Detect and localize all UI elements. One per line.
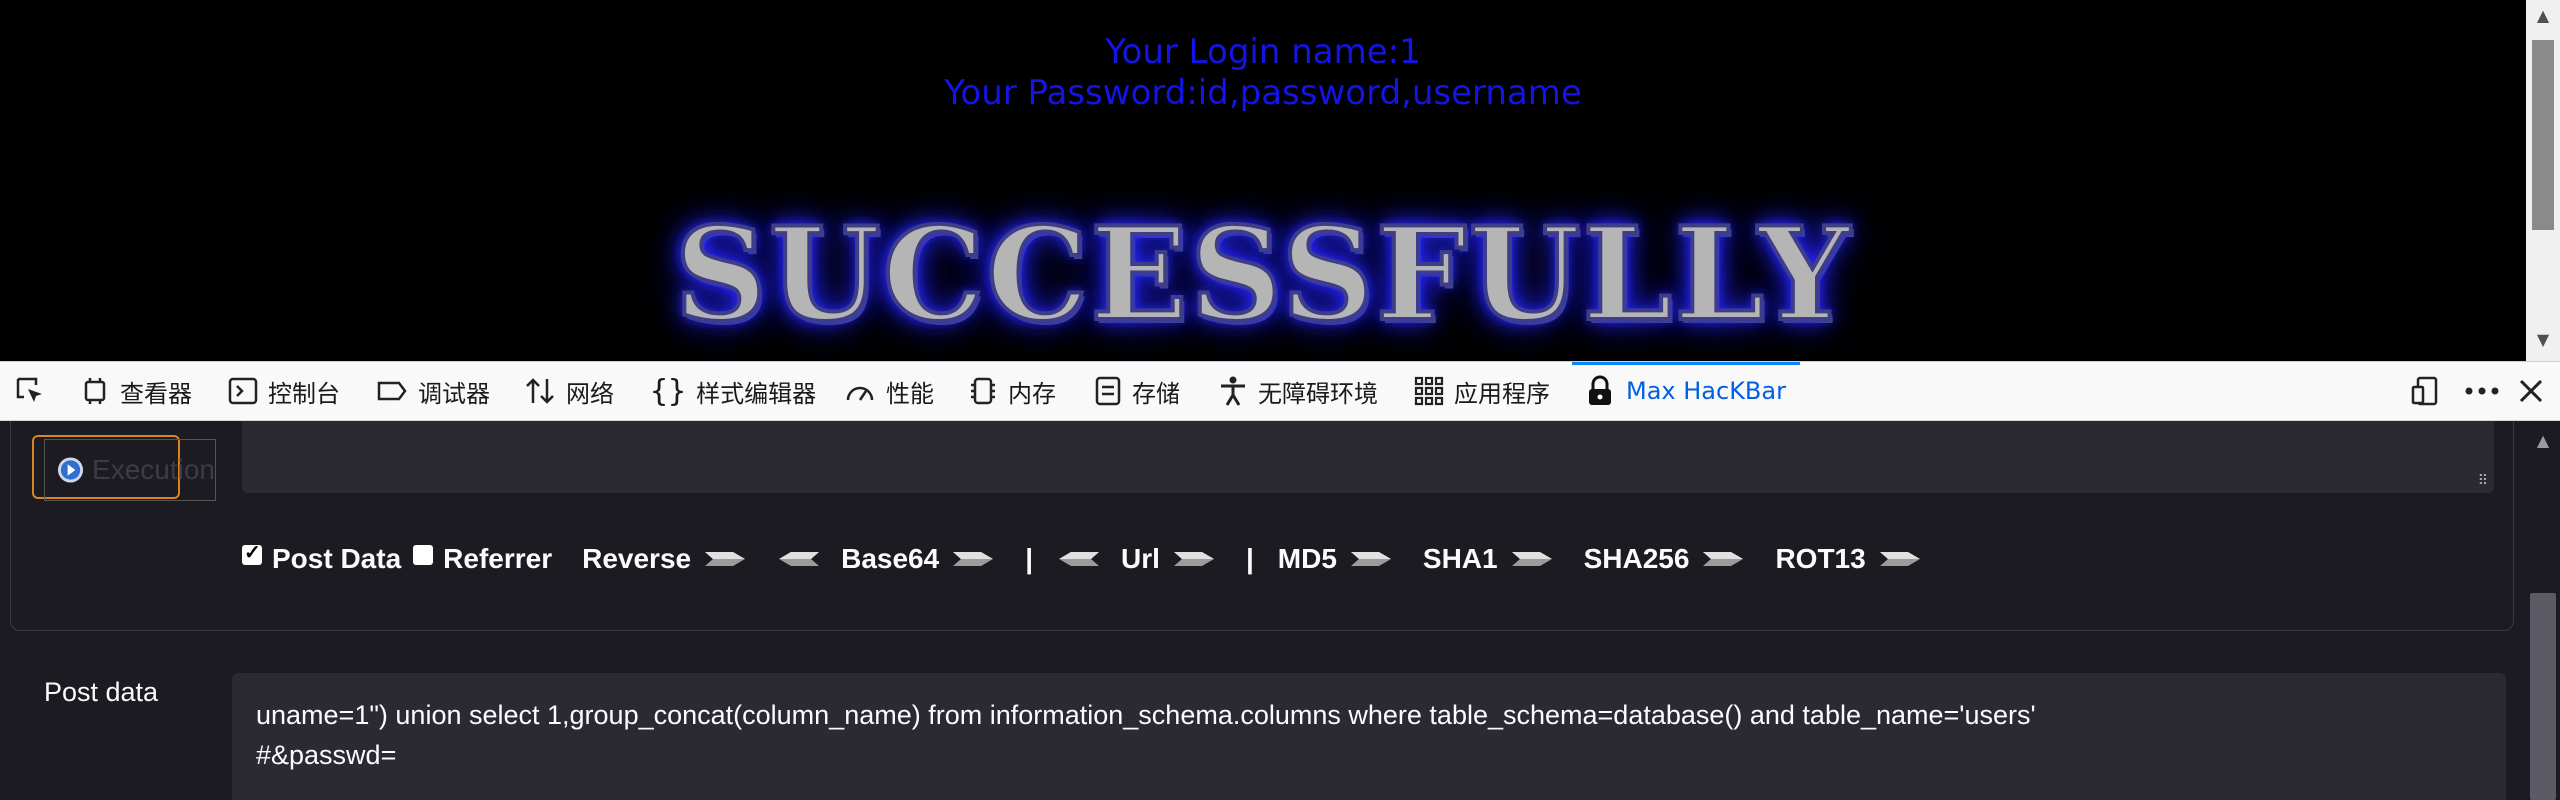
md5-label: MD5 — [1277, 543, 1337, 574]
tab-inspector-label: 查看器 — [120, 379, 192, 408]
md5-arrow-icon[interactable] — [1349, 546, 1393, 572]
play-icon — [57, 457, 84, 483]
tab-application-label: 应用程序 — [1454, 379, 1550, 408]
url-encode-arrow-icon[interactable] — [1172, 546, 1216, 572]
referrer-label: Referrer — [443, 543, 553, 574]
base64-decode-arrow-icon[interactable] — [777, 546, 821, 572]
reverse-arrow-icon[interactable] — [703, 546, 747, 572]
referrer-checkbox[interactable] — [413, 545, 434, 565]
performance-icon — [846, 386, 874, 401]
success-banner: SUCCESSFULLY — [672, 198, 1852, 352]
tab-network[interactable]: 网络 — [524, 362, 614, 420]
tab-max-hackbar[interactable]: Max HacKBar — [1572, 362, 1800, 420]
scroll-down-icon[interactable]: ▼ — [2526, 330, 2560, 349]
sha1-arrow-icon[interactable] — [1510, 546, 1554, 572]
sha256-arrow-icon[interactable] — [1701, 546, 1745, 572]
debugger-icon — [377, 381, 407, 401]
tab-accessibility-label: 无障碍环境 — [1258, 379, 1378, 408]
network-icon — [526, 378, 554, 404]
accessibility-icon — [1221, 376, 1245, 406]
devtools-toolbar: 查看器 控制台 调试器 网络 {} 样式编辑器 性能 内存 存储 无障碍环境 应… — [0, 361, 2560, 421]
tab-debugger[interactable]: 调试器 — [376, 362, 490, 420]
responsive-mode-button[interactable] — [2410, 362, 2442, 420]
tab-performance-label: 性能 — [886, 379, 934, 408]
hackbar-panel: Execution ⠿ Post Data Referrer Reverse B… — [0, 421, 2560, 800]
tab-accessibility[interactable]: 无障碍环境 — [1218, 362, 1378, 420]
login-name-text: Your Login name:1 — [1105, 32, 1421, 72]
more-icon — [2465, 387, 2499, 395]
tab-style-editor[interactable]: {} 样式编辑器 — [650, 362, 816, 420]
url-textarea[interactable]: ⠿ — [242, 421, 2494, 493]
rot13-label: ROT13 — [1775, 543, 1866, 574]
tab-debugger-label: 调试器 — [418, 379, 490, 408]
responsive-design-icon — [2411, 376, 2438, 406]
execute-button[interactable]: Execution — [44, 439, 216, 501]
tab-style-editor-label: 样式编辑器 — [696, 379, 817, 408]
post-data-checkbox[interactable] — [242, 540, 262, 565]
base64-encode-arrow-icon[interactable] — [951, 546, 995, 572]
separator: | — [1025, 543, 1034, 574]
tab-performance[interactable]: 性能 — [844, 362, 934, 420]
panel-scroll-thumb[interactable] — [2530, 593, 2556, 800]
sha1-label: SHA1 — [1422, 543, 1498, 574]
separator: | — [1245, 543, 1254, 574]
options-row: Post Data Referrer Reverse Base64 | Url … — [242, 537, 1952, 581]
rot13-arrow-icon[interactable] — [1878, 546, 1922, 572]
tab-console-label: 控制台 — [268, 379, 340, 408]
url-label: Url — [1121, 543, 1160, 574]
more-options-button[interactable] — [2464, 362, 2500, 420]
post-data-field-label: Post data — [44, 677, 159, 707]
resize-handle-icon[interactable]: ⠿ — [2478, 472, 2488, 489]
sha256-label: SHA256 — [1583, 543, 1690, 574]
inspector-icon — [84, 378, 106, 404]
password-text: Your Password:id,password,username — [944, 73, 1582, 113]
reverse-label: Reverse — [582, 543, 692, 574]
style-editor-icon: {} — [650, 373, 687, 409]
close-devtools-button[interactable] — [2518, 362, 2544, 420]
tab-application[interactable]: 应用程序 — [1414, 362, 1550, 420]
tab-network-label: 网络 — [566, 379, 614, 408]
panel-scrollbar[interactable]: ▲ — [2526, 421, 2560, 800]
tab-memory[interactable]: 内存 — [968, 362, 1056, 420]
post-data-textarea[interactable]: uname=1") union select 1,group_concat(co… — [232, 673, 2506, 800]
panel-scroll-up-icon[interactable]: ▲ — [2526, 431, 2560, 450]
tab-console[interactable]: 控制台 — [228, 362, 340, 420]
console-icon — [228, 377, 258, 405]
url-decode-arrow-icon[interactable] — [1057, 546, 1101, 572]
page-viewport: Your Login name:1 Your Password:id,passw… — [0, 0, 2560, 361]
tab-max-hackbar-label: Max HacKBar — [1626, 377, 1786, 405]
close-icon — [2519, 379, 2543, 403]
tab-inspector[interactable]: 查看器 — [80, 362, 192, 420]
pick-element-icon — [16, 377, 42, 402]
post-data-label: Post Data — [272, 543, 402, 574]
memory-icon — [971, 377, 995, 405]
scroll-up-icon[interactable]: ▲ — [2526, 6, 2560, 25]
application-icon — [1414, 376, 1444, 406]
execute-button-label: Execution — [92, 454, 215, 485]
page-scrollbar[interactable]: ▲ ▼ — [2526, 0, 2560, 361]
lock-icon — [1589, 375, 1611, 405]
tab-storage-label: 存储 — [1132, 379, 1180, 408]
tab-memory-label: 内存 — [1008, 379, 1056, 408]
tab-storage[interactable]: 存储 — [1094, 362, 1180, 420]
base64-label: Base64 — [841, 543, 940, 574]
page-scroll-thumb[interactable] — [2532, 40, 2554, 230]
storage-icon — [1095, 376, 1121, 406]
element-picker-button[interactable] — [14, 362, 56, 420]
